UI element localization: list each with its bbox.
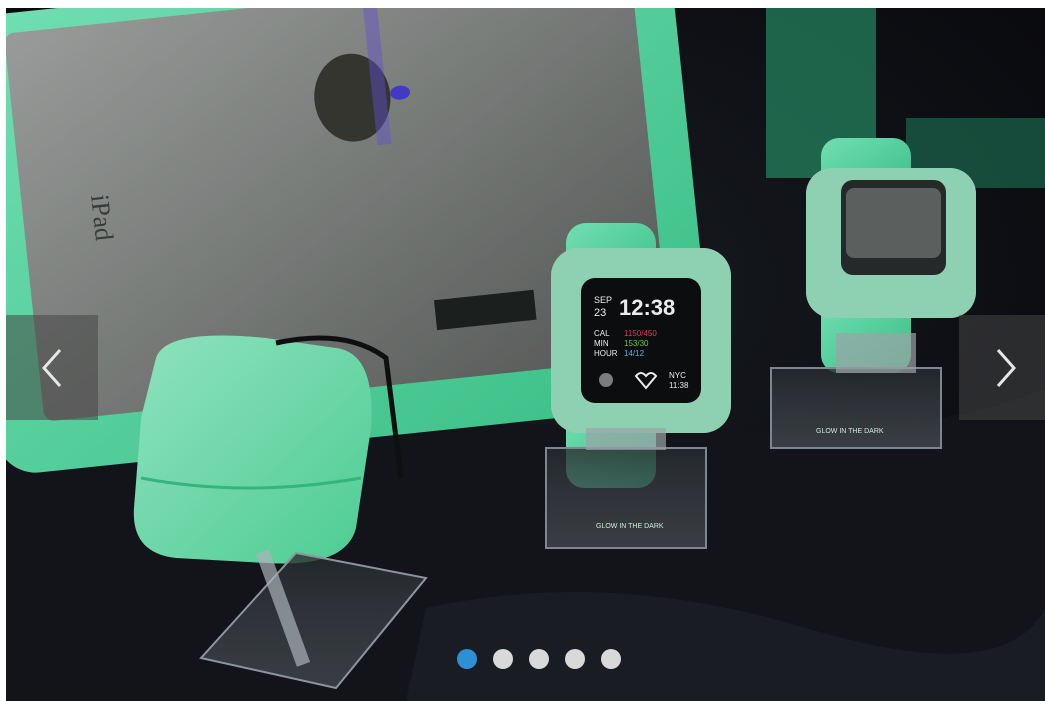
carousel-slide: iPad SEP 23 12:38 CAL 1150/450 MIN 153/3…	[6, 8, 1045, 701]
slide-image: iPad SEP 23 12:38 CAL 1150/450 MIN 153/3…	[6, 8, 1045, 701]
carousel-next-button[interactable]	[959, 315, 1045, 420]
carousel-prev-button[interactable]	[6, 315, 98, 420]
image-carousel[interactable]: iPad SEP 23 12:38 CAL 1150/450 MIN 153/3…	[6, 8, 1045, 701]
carousel-dot-5[interactable]	[600, 649, 621, 669]
carousel-dot-1[interactable]	[456, 649, 477, 669]
carousel-dot-2[interactable]	[492, 649, 513, 669]
chevron-left-icon	[41, 348, 62, 387]
chevron-right-icon	[996, 348, 1017, 387]
carousel-dot-3[interactable]	[528, 649, 549, 669]
carousel-dot-4[interactable]	[564, 649, 585, 669]
carousel-indicators	[19, 649, 1045, 669]
